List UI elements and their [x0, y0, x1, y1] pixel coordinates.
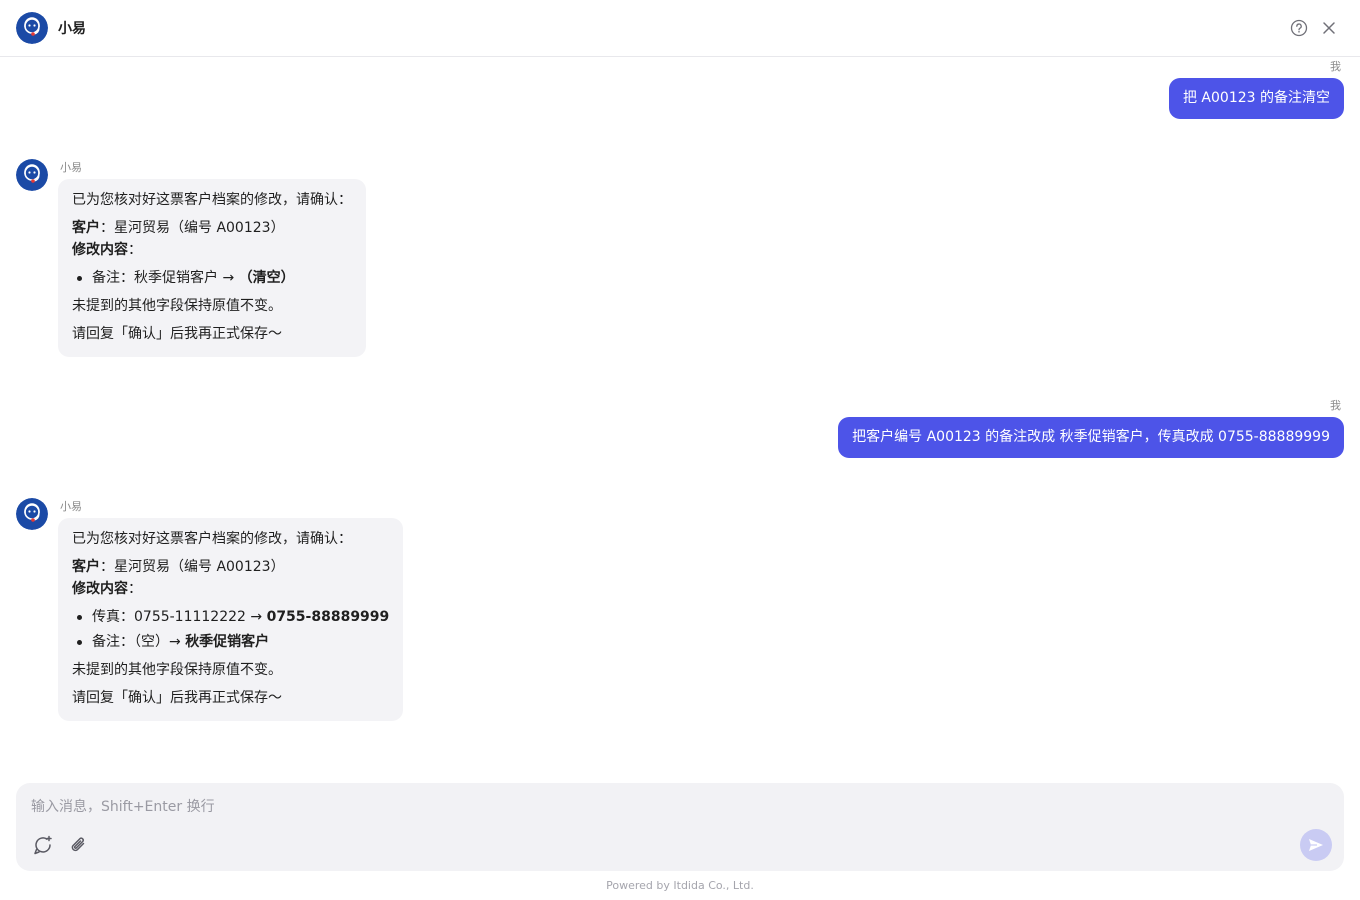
robot-icon	[16, 498, 48, 530]
message-composer: 输入消息，Shift+Enter 换行	[16, 783, 1344, 871]
changes-heading: 修改内容：	[72, 581, 142, 597]
change-new-value: 秋季促销客户	[185, 634, 270, 650]
assistant-message-bubble: 已为您核对好这票客户档案的修改，请确认： 客户：星河贸易（编号 A00123） …	[58, 518, 404, 721]
send-button[interactable]	[1300, 829, 1332, 861]
assistant-message-bubble: 已为您核对好这票客户档案的修改，请确认： 客户：星河贸易（编号 A00123） …	[58, 179, 366, 357]
message-input[interactable]: 输入消息，Shift+Enter 换行	[31, 797, 215, 817]
message-confirm-prompt: 请回复「确认」后我再正式保存～	[72, 326, 282, 342]
change-item: 备注：秋季促销客户 → （清空）	[72, 267, 352, 289]
help-button[interactable]	[1289, 18, 1309, 38]
change-item: 备注：（空）→ 秋季促销客户	[72, 631, 389, 653]
assistant-sender-label: 小易	[60, 500, 82, 513]
message-note: 未提到的其他字段保持原值不变。	[72, 662, 282, 678]
chat-header: 小易	[0, 0, 1360, 57]
changes-list: 备注：秋季促销客户 → （清空）	[72, 267, 352, 289]
user-message-bubble: 把客户编号 A00123 的备注改成 秋季促销客户，传真改成 0755-8888…	[838, 417, 1344, 458]
message-intro: 已为您核对好这票客户档案的修改，请确认：	[72, 531, 352, 547]
user-sender-label: 我	[1330, 60, 1341, 73]
assistant-avatar	[16, 159, 48, 191]
powered-by-footer: Powered by Itdida Co., Ltd.	[606, 879, 754, 892]
change-new-value: 0755-88889999	[266, 609, 390, 625]
header-title: 小易	[58, 21, 86, 37]
new-chat-button[interactable]	[31, 833, 55, 857]
customer-line: 客户：星河贸易（编号 A00123）	[72, 556, 389, 578]
assistant-avatar	[16, 12, 48, 44]
message-confirm-prompt: 请回复「确认」后我再正式保存～	[72, 690, 282, 706]
change-item: 传真：0755-11112222 → 0755-88889999	[72, 606, 389, 628]
customer-label: 客户	[72, 559, 100, 575]
user-message-bubble: 把 A00123 的备注清空	[1168, 78, 1344, 119]
change-new-value: （清空）	[238, 270, 295, 286]
assistant-sender-label: 小易	[60, 161, 82, 174]
question-circle-icon	[1290, 19, 1308, 37]
change-field: 备注：秋季促销客户 →	[92, 270, 239, 286]
close-icon	[1323, 22, 1335, 34]
changes-label: 修改内容	[72, 581, 128, 597]
message-intro: 已为您核对好这票客户档案的修改，请确认：	[72, 192, 352, 208]
customer-value: ：星河贸易（编号 A00123）	[100, 220, 285, 236]
close-button[interactable]	[1319, 18, 1339, 38]
customer-value: ：星河贸易（编号 A00123）	[100, 559, 285, 575]
change-field: 传真：0755-11112222 →	[92, 609, 267, 625]
customer-label: 客户	[72, 220, 100, 236]
message-note: 未提到的其他字段保持原值不变。	[72, 298, 282, 314]
attach-button[interactable]	[67, 833, 91, 857]
robot-icon	[16, 12, 48, 44]
robot-icon	[16, 159, 48, 191]
customer-line: 客户：星河贸易（编号 A00123）	[72, 217, 352, 239]
change-field: 备注：（空）→	[92, 634, 186, 650]
changes-label: 修改内容	[72, 242, 128, 258]
send-icon	[1309, 839, 1323, 851]
new-chat-icon	[34, 835, 52, 855]
changes-heading: 修改内容：	[72, 242, 142, 258]
paperclip-icon	[71, 837, 85, 852]
user-sender-label: 我	[1330, 399, 1341, 412]
assistant-avatar	[16, 498, 48, 530]
changes-list: 传真：0755-11112222 → 0755-88889999 备注：（空）→…	[72, 606, 389, 653]
